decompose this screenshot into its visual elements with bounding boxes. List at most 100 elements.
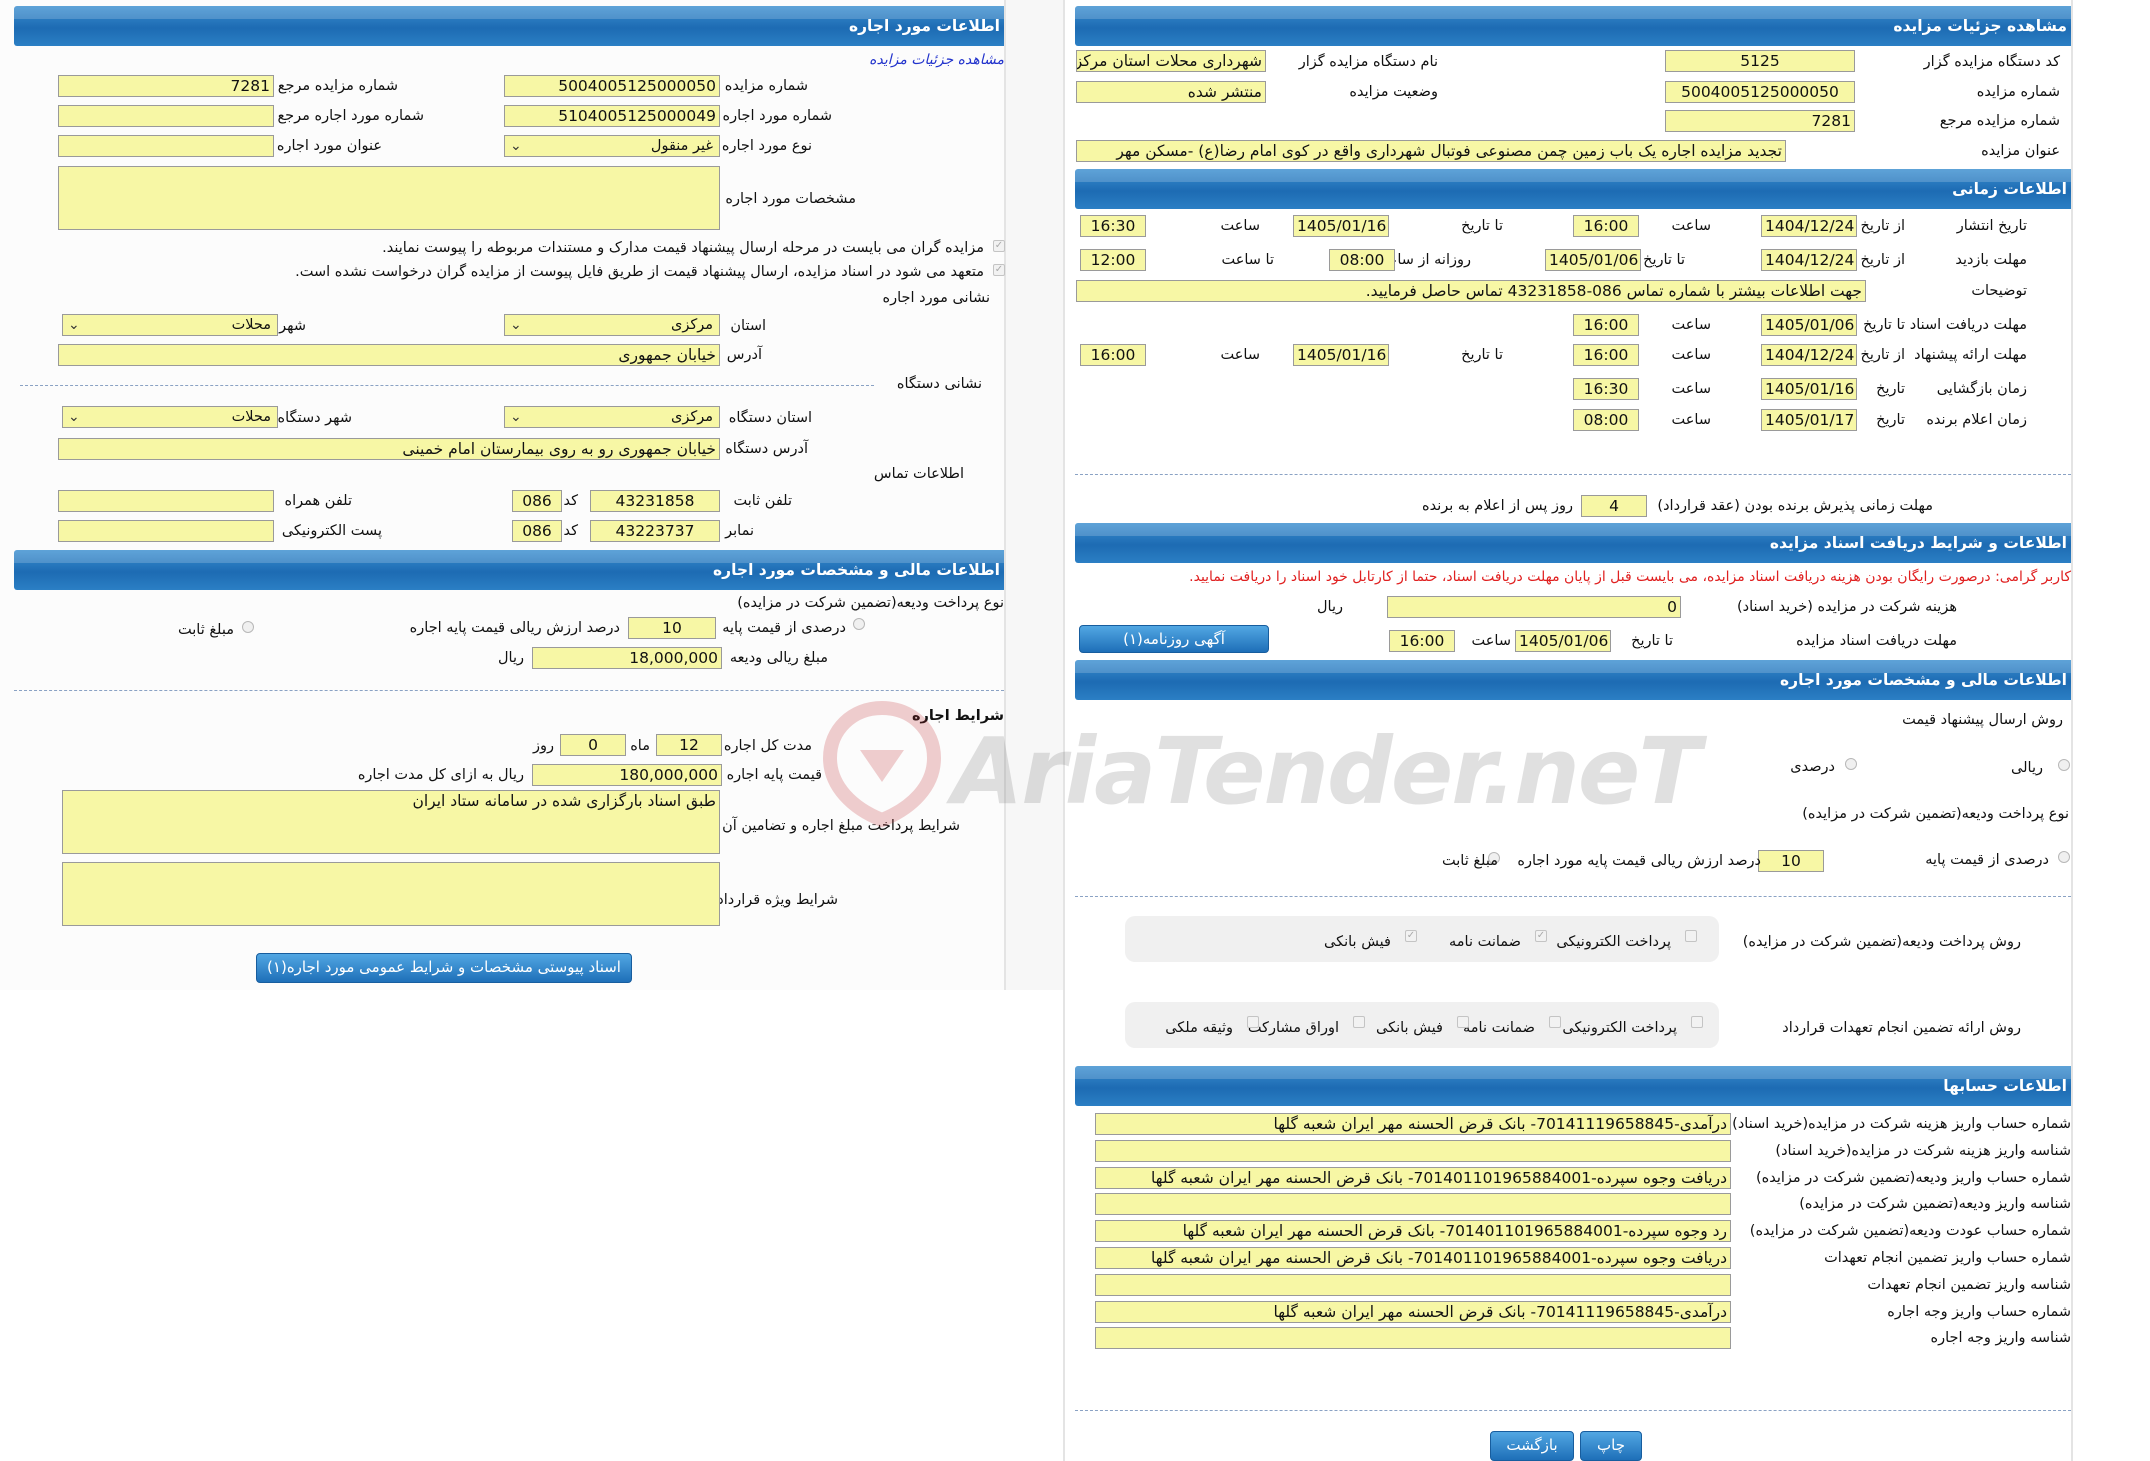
attachments-button[interactable]: اسناد پیوستی مشخصات و شرایط عمومی مورد ا… [256, 953, 632, 983]
contract-electronic-checkbox[interactable] [1691, 1016, 1703, 1028]
city-value: محلات [231, 317, 271, 333]
account-row-label: شناسه واریز تضمین انجام تعهدات [1867, 1277, 2071, 1293]
code-label: کد [563, 523, 578, 539]
lease-ref-number-label: شماره مورد اجاره مرجع [277, 108, 424, 124]
to-date-label: تا تاریخ [1863, 317, 1905, 333]
contract-methods-label: روش ارائه تضمین انجام تعهدات قرارداد [1782, 1020, 2021, 1036]
divider [20, 385, 874, 386]
publish-from-time: 16:00 [1573, 215, 1639, 237]
deposit-bank-checkbox[interactable]: ✓ [1405, 930, 1417, 942]
org-code-field: 5125 [1665, 50, 1855, 72]
doc-fee-label: هزینه شرکت در مزایده (خرید اسناد) [1736, 599, 1957, 615]
contract-bank-label: فیش بانکی [1376, 1020, 1443, 1036]
org-code-label: کد دستگاه مزایده گزار [1923, 54, 2060, 70]
account-row-value [1095, 1274, 1731, 1296]
timing-header: اطلاعات زمانی [1075, 169, 2071, 209]
deposit-amount-field: 18,000,000 [532, 647, 722, 669]
auction-status-label: وضعیت مزایده [1349, 84, 1438, 100]
time-label: ساعت [1471, 633, 1511, 649]
phone-code-field: 086 [512, 490, 562, 512]
print-button[interactable]: چاپ [1580, 1431, 1642, 1461]
note-checkbox[interactable]: ✓ [993, 264, 1005, 276]
contract-property-checkbox[interactable] [1247, 1016, 1259, 1028]
opening-time: 16:30 [1573, 378, 1639, 400]
ref-number-label: شماره مزایده مرجع [277, 78, 398, 94]
contract-bonds-checkbox[interactable] [1353, 1016, 1365, 1028]
address-field: خیابان جمهوری [58, 344, 720, 366]
account-row-label: شماره حساب عودت ودیعه(تضمین شرکت در مزای… [1749, 1223, 2071, 1239]
doc-deadline-time: 16:00 [1573, 314, 1639, 336]
org-province-select[interactable]: ⌄ مرکزی [504, 406, 720, 428]
note-checkbox[interactable]: ✓ [993, 240, 1005, 252]
ref-number-field: 7281 [1665, 110, 1855, 132]
account-row-value: دریافت وجوه سپرده-701401101965884001- با… [1095, 1247, 1731, 1269]
lease-ref-number-field [58, 105, 274, 127]
contract-bank-checkbox[interactable] [1457, 1016, 1469, 1028]
auction-title-field: تجدید مزایده اجاره یک باب زمین چمن مصنوع… [1076, 140, 1786, 162]
percent-radio[interactable] [1845, 758, 1857, 770]
from-date-label: از تاریخ [1860, 218, 1906, 234]
date-label: تاریخ [1876, 412, 1905, 428]
auction-title-label: عنوان مزایده [1981, 143, 2060, 159]
account-row-label: شناسه واریز هزینه شرکت در مزایده(خرید اس… [1775, 1143, 2071, 1159]
org-name-field: شهرداری محلات استان مرکزی [1076, 50, 1266, 72]
lease-type-select[interactable]: ⌄ غیر منقول [504, 135, 720, 157]
to-date-label: تا تاریخ [1461, 218, 1503, 234]
city-select[interactable]: ⌄ محلات [62, 314, 278, 336]
province-value: مرکزی [670, 317, 713, 333]
account-row-value: درآمدی-70141119658845- بانک قرض الحسنه م… [1095, 1301, 1731, 1323]
visit-to-time: 12:00 [1080, 249, 1146, 271]
day-unit-label: روز [532, 738, 554, 754]
fax-code-field: 086 [512, 520, 562, 542]
fixed-amount-label: مبلغ ثابت [178, 622, 234, 638]
to-date-label: تا تاریخ [1631, 633, 1673, 649]
visit-daily-from-time: 08:00 [1329, 249, 1395, 271]
chevron-down-icon: ⌄ [68, 317, 80, 333]
view-auction-details-link[interactable]: مشاهده جزئیات مزایده [869, 52, 1004, 68]
percent-of-base-radio[interactable] [2058, 851, 2070, 863]
auction-number-field: 5004005125000050 [504, 75, 720, 97]
payment-terms-label: شرایط پرداخت مبلغ اجاره و تضامین آن [722, 818, 960, 834]
doc-fee-field: 0 [1387, 596, 1681, 618]
account-row-value [1095, 1193, 1731, 1215]
winner-announce-label: زمان اعلام برنده [1926, 412, 2027, 428]
chevron-down-icon: ⌄ [68, 409, 80, 425]
back-button[interactable]: بازگشت [1490, 1431, 1574, 1461]
chevron-down-icon: ⌄ [510, 409, 522, 425]
contract-guarantee-checkbox[interactable] [1549, 1016, 1561, 1028]
chevron-down-icon: ⌄ [510, 138, 522, 154]
org-city-select[interactable]: ⌄ محلات [62, 406, 278, 428]
to-date-label: تا تاریخ [1643, 252, 1685, 268]
to-time-label: تا ساعت [1221, 252, 1274, 268]
province-select[interactable]: ⌄ مرکزی [504, 314, 720, 336]
rial-label: ریال [1317, 599, 1343, 615]
deposit-electronic-label: پرداخت الکترونیکی [1556, 934, 1671, 950]
auction-number-field: 5004005125000050 [1665, 81, 1855, 103]
offer-from-date: 1404/12/24 [1761, 344, 1857, 366]
deposit-guarantee-label: ضمانت نامه [1449, 934, 1521, 950]
description-field: جهت اطلاعات بیشتر با شماره تماس 086-4323… [1076, 280, 1866, 302]
lease-info-header: اطلاعات مورد اجاره [14, 6, 1004, 46]
rial-radio[interactable] [2058, 759, 2070, 771]
fax-field: 43223737 [590, 520, 720, 542]
account-row-label: شماره حساب واریز تضمین انجام تعهدات [1824, 1250, 2071, 1266]
address-label: آدرس [726, 347, 762, 363]
percent-of-base-radio[interactable] [853, 618, 865, 630]
deposit-type-label: نوع پرداخت ودیعه(تضمین شرکت در مزایده) [737, 595, 1004, 611]
org-city-label: شهر دستگاه [277, 410, 352, 426]
page-background [1006, 990, 1063, 1461]
email-field [58, 520, 274, 542]
from-date-label: از تاریخ [1860, 347, 1906, 363]
divider [14, 690, 1004, 691]
accept-days-field: 4 [1581, 495, 1647, 517]
deposit-electronic-checkbox[interactable] [1685, 930, 1697, 942]
org-address-label: آدرس دستگاه [725, 441, 808, 457]
fax-label: نمابر [725, 523, 754, 539]
payment-terms-field: طبق اسناد بارگزاری شده در سامانه ستاد ای… [62, 790, 720, 854]
newspaper-ad-button[interactable]: آگهی روزنامه(۱) [1079, 625, 1269, 653]
deposit-guarantee-checkbox[interactable]: ✓ [1535, 930, 1547, 942]
fixed-amount-radio[interactable] [242, 621, 254, 633]
winner-time: 08:00 [1573, 409, 1639, 431]
mobile-label: تلفن همراه [284, 493, 352, 509]
account-row-label: شماره حساب واریز وجه اجاره [1887, 1304, 2071, 1320]
